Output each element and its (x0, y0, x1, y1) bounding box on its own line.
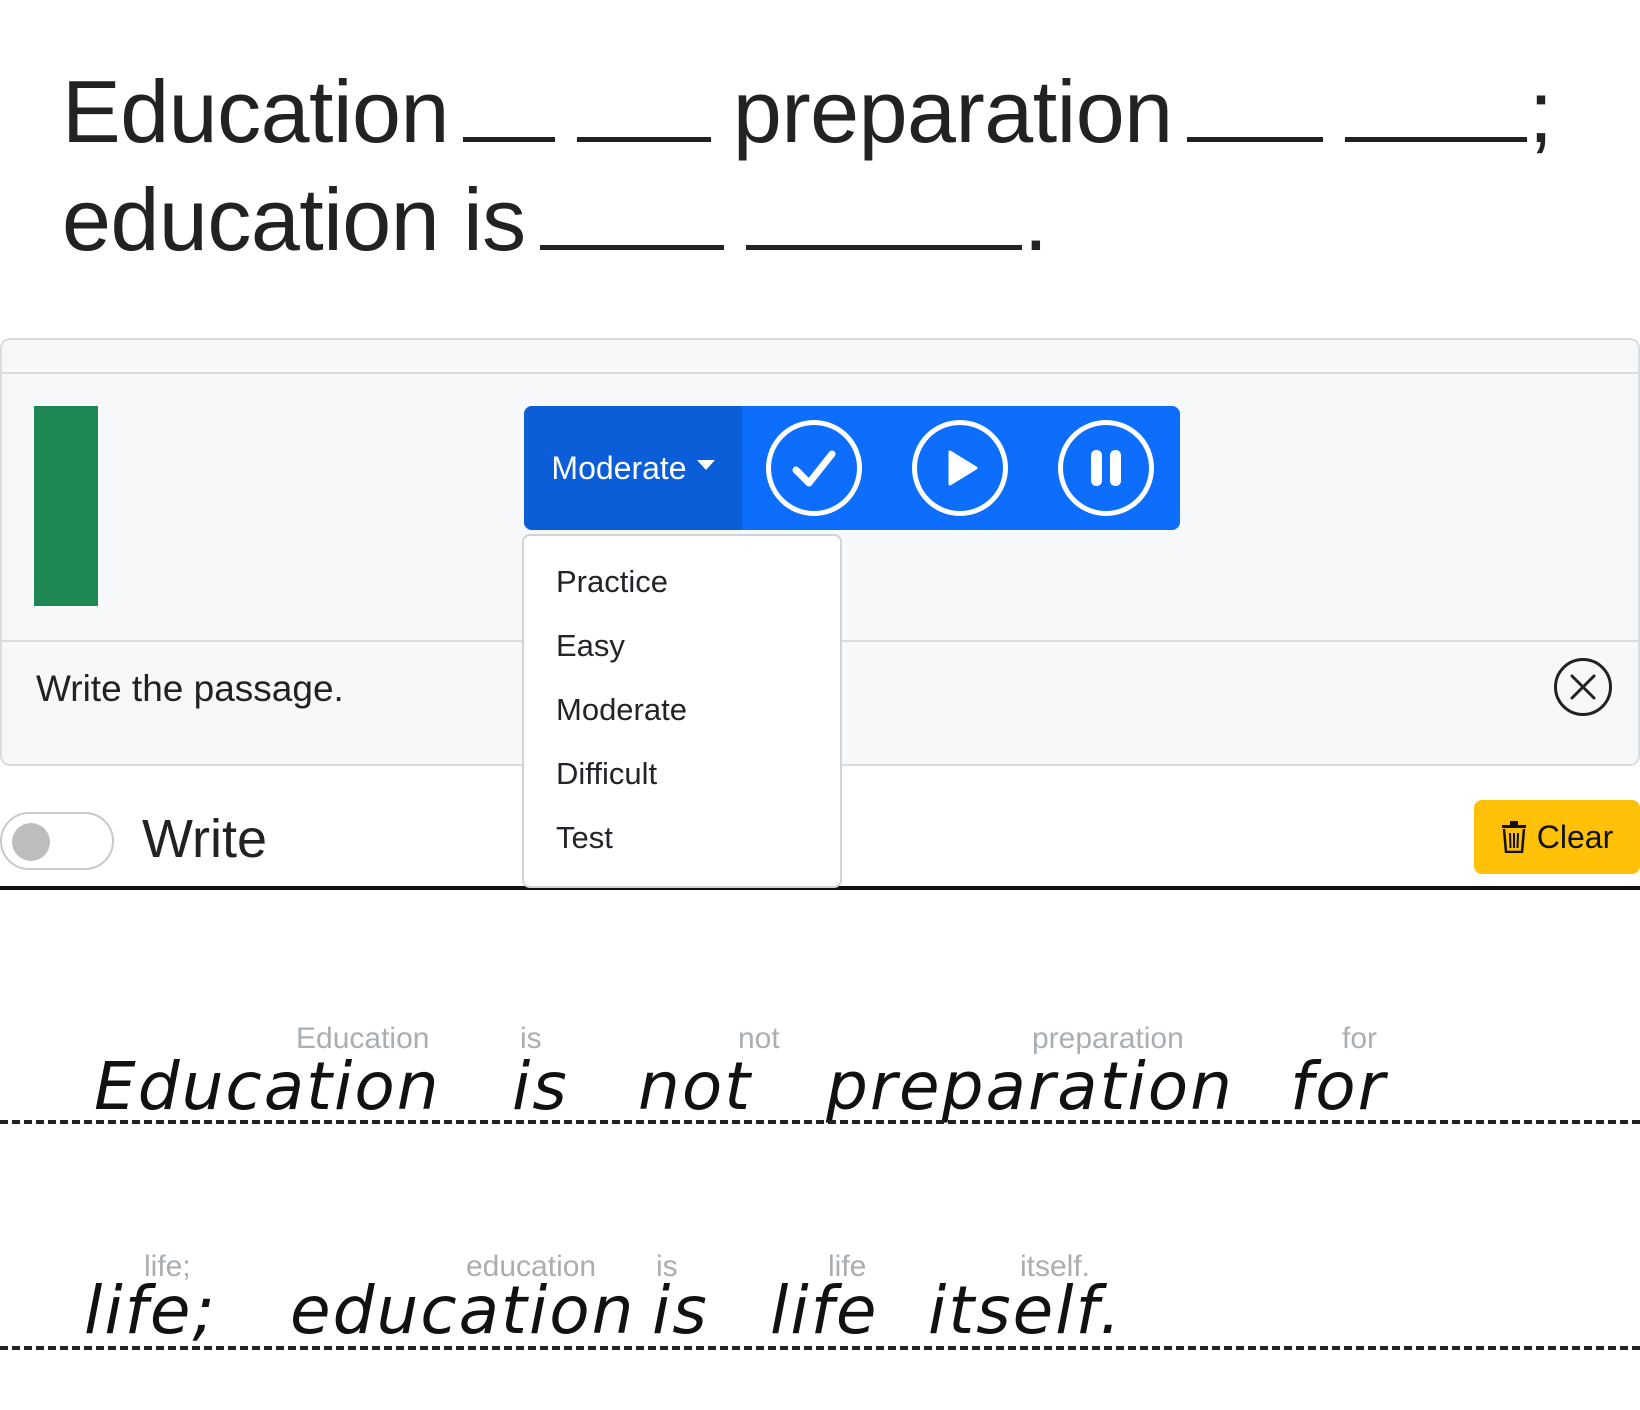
handwritten-word: Education (94, 1048, 441, 1125)
blank-slot (539, 186, 724, 250)
handwritten-word: not (638, 1048, 753, 1125)
pause-button[interactable] (1058, 420, 1154, 516)
trash-icon (1501, 821, 1526, 853)
handwritten-word: life (770, 1272, 879, 1349)
handwriting-canvas[interactable]: Education is not preparation for Educati… (0, 890, 1640, 1410)
blank-slot (576, 78, 711, 142)
difficulty-dropdown-menu: Practice Easy Moderate Difficult Test (522, 534, 842, 888)
card-header (2, 340, 1638, 374)
prompt-word: preparation (732, 62, 1173, 161)
write-toggle-switch[interactable] (0, 812, 114, 870)
menu-item-moderate[interactable]: Moderate (524, 678, 840, 742)
clear-button[interactable]: Clear (1474, 800, 1640, 874)
blank-slot (462, 78, 555, 142)
writing-guide-line (0, 1346, 1640, 1350)
difficulty-label: Moderate (551, 449, 687, 486)
blank-slot (1186, 78, 1323, 142)
handwritten-word: for (1290, 1048, 1387, 1125)
play-icon (948, 450, 978, 486)
pause-icon (1091, 450, 1121, 486)
close-icon (1570, 674, 1596, 700)
clear-label: Clear (1536, 818, 1614, 855)
close-button[interactable] (1554, 658, 1612, 716)
handwritten-word: itself. (928, 1272, 1123, 1349)
menu-item-practice[interactable]: Practice (524, 550, 840, 614)
prompt-punctuation: ; (1528, 62, 1553, 161)
prompt-punctuation: . (1023, 170, 1048, 269)
writing-guide-line (0, 1120, 1640, 1124)
handwritten-word: is (512, 1048, 569, 1125)
blank-slot (1344, 78, 1527, 142)
menu-item-test[interactable]: Test (524, 806, 840, 870)
blank-slot (745, 186, 1022, 250)
difficulty-dropdown-button[interactable]: Moderate (524, 406, 742, 530)
menu-item-easy[interactable]: Easy (524, 614, 840, 678)
handwritten-word: is (652, 1272, 709, 1349)
check-icon (792, 450, 836, 487)
write-toggle-label: Write (142, 809, 268, 869)
control-button-group: Moderate (524, 406, 1180, 530)
caret-down-icon (696, 460, 715, 470)
instruction-text: Write the passage. (36, 668, 344, 709)
play-button[interactable] (912, 420, 1008, 516)
handwritten-word: education (290, 1272, 636, 1349)
menu-item-difficult[interactable]: Difficult (524, 742, 840, 806)
prompt-word: Education (62, 62, 449, 161)
sentence-prompt: Education preparation; education is. (62, 58, 1582, 274)
toggle-knob (12, 823, 50, 861)
check-button[interactable] (766, 420, 862, 516)
progress-indicator (34, 406, 98, 606)
handwritten-word: life; (84, 1272, 217, 1349)
prompt-word: education is (62, 170, 526, 269)
handwritten-word: preparation (826, 1048, 1234, 1125)
